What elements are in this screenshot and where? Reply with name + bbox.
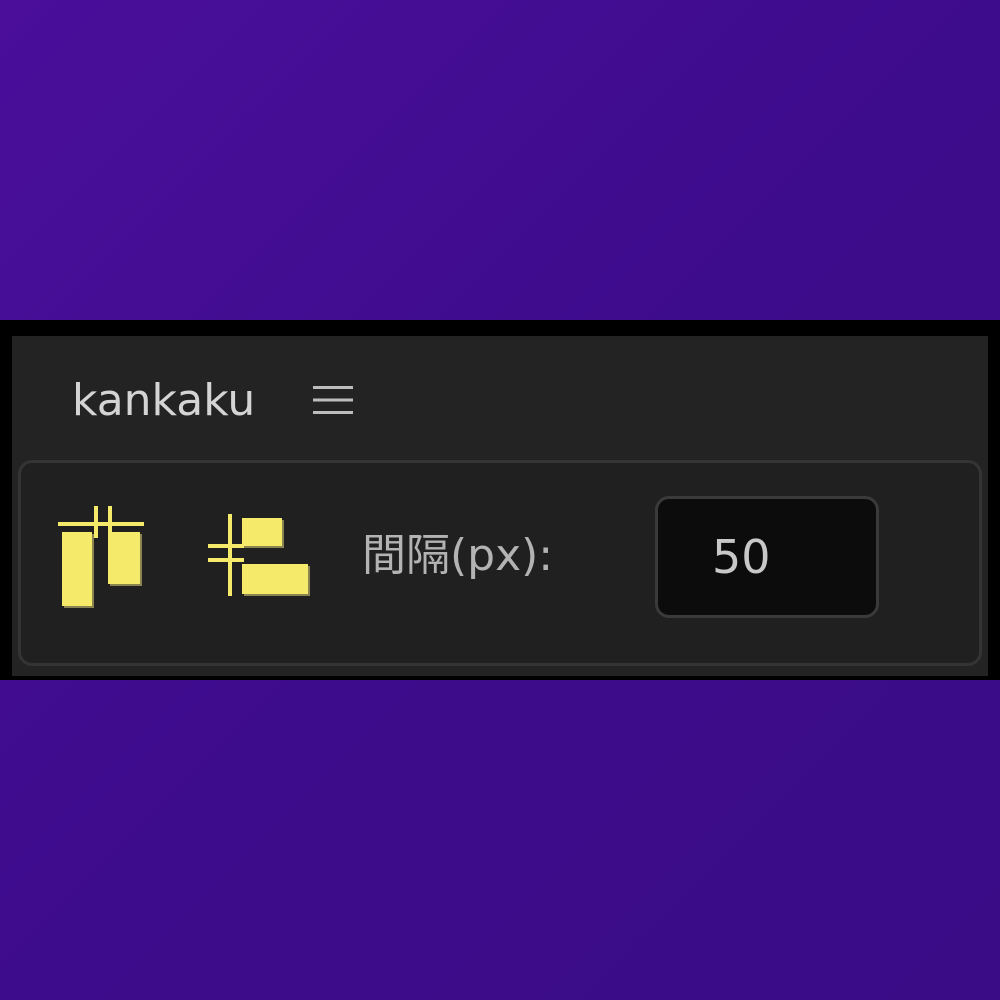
distribute-horizontal-spacing-icon[interactable] — [200, 512, 316, 602]
spacing-label: 間隔(px): — [362, 530, 554, 581]
panel-title: kankaku — [72, 374, 256, 426]
panel-header: kankaku — [72, 370, 355, 430]
spacing-value-box — [655, 496, 879, 618]
distribute-vertical-spacing-icon[interactable] — [58, 502, 148, 614]
spacing-input[interactable] — [658, 499, 876, 615]
hamburger-menu-icon[interactable] — [311, 383, 355, 417]
